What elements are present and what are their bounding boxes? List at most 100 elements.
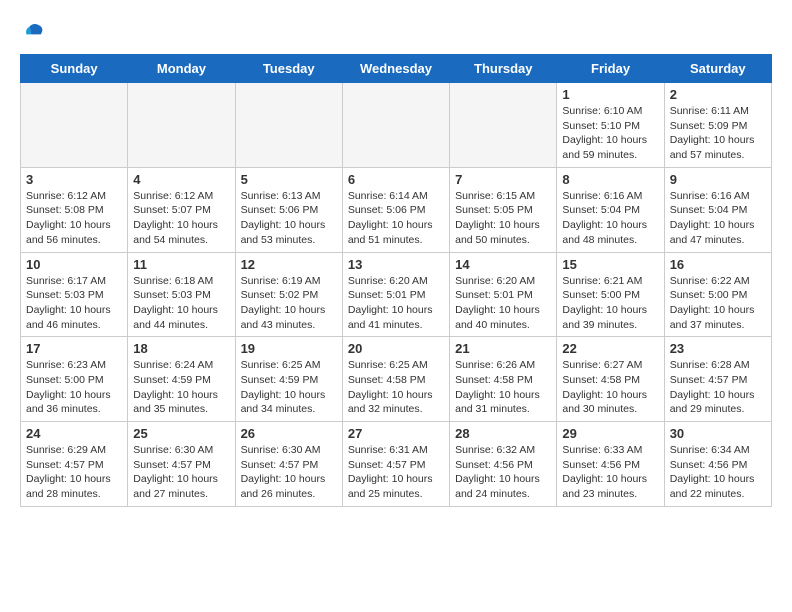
day-number: 10 xyxy=(26,257,122,272)
cell-info: Sunrise: 6:29 AM Sunset: 4:57 PM Dayligh… xyxy=(26,443,122,502)
cell-info: Sunrise: 6:12 AM Sunset: 5:08 PM Dayligh… xyxy=(26,189,122,248)
cell-info: Sunrise: 6:15 AM Sunset: 5:05 PM Dayligh… xyxy=(455,189,551,248)
calendar-cell: 6Sunrise: 6:14 AM Sunset: 5:06 PM Daylig… xyxy=(342,167,449,252)
cell-info: Sunrise: 6:16 AM Sunset: 5:04 PM Dayligh… xyxy=(562,189,658,248)
day-number: 5 xyxy=(241,172,337,187)
day-header-monday: Monday xyxy=(128,55,235,83)
cell-info: Sunrise: 6:32 AM Sunset: 4:56 PM Dayligh… xyxy=(455,443,551,502)
calendar-cell xyxy=(450,83,557,168)
calendar-cell: 18 Sunrise: 6:24 AM Sunset: 4:59 PM Dayli… xyxy=(128,337,235,422)
cell-info: Sunrise: 6:16 AM Sunset: 5:04 PM Dayligh… xyxy=(670,189,766,248)
day-number: 21 xyxy=(455,341,551,356)
calendar-cell: 9 Sunrise: 6:16 AM Sunset: 5:04 PM Daylig… xyxy=(664,167,771,252)
calendar-cell: 7 Sunrise: 6:15 AM Sunset: 5:05 PM Daylig… xyxy=(450,167,557,252)
calendar-cell: 1Sunrise: 6:10 AM Sunset: 5:10 PM Daylig… xyxy=(557,83,664,168)
calendar-cell: 30 Sunrise: 6:34 AM Sunset: 4:56 PM Dayli… xyxy=(664,422,771,507)
cell-info: Sunrise: 6:28 AM Sunset: 4:57 PM Dayligh… xyxy=(670,358,766,417)
day-number: 22 xyxy=(562,341,658,356)
day-number: 23 xyxy=(670,341,766,356)
day-number: 13 xyxy=(348,257,444,272)
calendar-cell: 22 Sunrise: 6:27 AM Sunset: 4:58 PM Dayli… xyxy=(557,337,664,422)
cell-info: Sunrise: 6:31 AM Sunset: 4:57 PM Dayligh… xyxy=(348,443,444,502)
day-number: 28 xyxy=(455,426,551,441)
cell-info: Sunrise: 6:20 AM Sunset: 5:01 PM Dayligh… xyxy=(455,274,551,333)
day-number: 25 xyxy=(133,426,229,441)
calendar-cell: 24 Sunrise: 6:29 AM Sunset: 4:57 PM Dayli… xyxy=(21,422,128,507)
cell-info: Sunrise: 6:23 AM Sunset: 5:00 PM Dayligh… xyxy=(26,358,122,417)
calendar-cell: 28 Sunrise: 6:32 AM Sunset: 4:56 PM Dayli… xyxy=(450,422,557,507)
calendar-cell: 20 Sunrise: 6:25 AM Sunset: 4:58 PM Dayli… xyxy=(342,337,449,422)
day-header-sunday: Sunday xyxy=(21,55,128,83)
cell-info: Sunrise: 6:27 AM Sunset: 4:58 PM Dayligh… xyxy=(562,358,658,417)
calendar-cell: 23 Sunrise: 6:28 AM Sunset: 4:57 PM Dayli… xyxy=(664,337,771,422)
calendar-cell: 4 Sunrise: 6:12 AM Sunset: 5:07 PM Daylig… xyxy=(128,167,235,252)
calendar-cell: 13 Sunrise: 6:20 AM Sunset: 5:01 PM Dayli… xyxy=(342,252,449,337)
cell-info: Sunrise: 6:17 AM Sunset: 5:03 PM Dayligh… xyxy=(26,274,122,333)
cell-info: Sunrise: 6:24 AM Sunset: 4:59 PM Dayligh… xyxy=(133,358,229,417)
cell-info: Sunrise: 6:26 AM Sunset: 4:58 PM Dayligh… xyxy=(455,358,551,417)
calendar-cell: 12 Sunrise: 6:19 AM Sunset: 5:02 PM Dayli… xyxy=(235,252,342,337)
day-header-friday: Friday xyxy=(557,55,664,83)
day-number: 7 xyxy=(455,172,551,187)
cell-info: Sunrise: 6:12 AM Sunset: 5:07 PM Dayligh… xyxy=(133,189,229,248)
day-number: 11 xyxy=(133,257,229,272)
calendar-cell xyxy=(128,83,235,168)
calendar-cell xyxy=(342,83,449,168)
day-header-tuesday: Tuesday xyxy=(235,55,342,83)
cell-info: Sunrise: 6:11 AM Sunset: 5:09 PM Dayligh… xyxy=(670,104,766,163)
cell-info: Sunrise: 6:13 AM Sunset: 5:06 PM Dayligh… xyxy=(241,189,337,248)
calendar-cell: 17Sunrise: 6:23 AM Sunset: 5:00 PM Dayli… xyxy=(21,337,128,422)
page-header xyxy=(20,20,772,44)
calendar-cell: 2 Sunrise: 6:11 AM Sunset: 5:09 PM Daylig… xyxy=(664,83,771,168)
calendar-cell: 26Sunrise: 6:30 AM Sunset: 4:57 PM Dayli… xyxy=(235,422,342,507)
day-number: 19 xyxy=(241,341,337,356)
cell-info: Sunrise: 6:19 AM Sunset: 5:02 PM Dayligh… xyxy=(241,274,337,333)
logo-icon xyxy=(20,20,44,44)
day-number: 12 xyxy=(241,257,337,272)
cell-info: Sunrise: 6:18 AM Sunset: 5:03 PM Dayligh… xyxy=(133,274,229,333)
calendar-cell: 25Sunrise: 6:30 AM Sunset: 4:57 PM Dayli… xyxy=(128,422,235,507)
day-number: 24 xyxy=(26,426,122,441)
day-number: 2 xyxy=(670,87,766,102)
calendar-week-row: 24 Sunrise: 6:29 AM Sunset: 4:57 PM Dayli… xyxy=(21,422,772,507)
cell-info: Sunrise: 6:33 AM Sunset: 4:56 PM Dayligh… xyxy=(562,443,658,502)
calendar-cell: 11 Sunrise: 6:18 AM Sunset: 5:03 PM Dayli… xyxy=(128,252,235,337)
calendar-cell: 14 Sunrise: 6:20 AM Sunset: 5:01 PM Dayli… xyxy=(450,252,557,337)
logo xyxy=(20,20,48,44)
day-number: 29 xyxy=(562,426,658,441)
cell-info: Sunrise: 6:20 AM Sunset: 5:01 PM Dayligh… xyxy=(348,274,444,333)
calendar-cell: 5 Sunrise: 6:13 AM Sunset: 5:06 PM Daylig… xyxy=(235,167,342,252)
cell-info: Sunrise: 6:22 AM Sunset: 5:00 PM Dayligh… xyxy=(670,274,766,333)
calendar-cell: 3Sunrise: 6:12 AM Sunset: 5:08 PM Daylig… xyxy=(21,167,128,252)
day-number: 4 xyxy=(133,172,229,187)
day-header-thursday: Thursday xyxy=(450,55,557,83)
day-number: 27 xyxy=(348,426,444,441)
calendar-week-row: 3Sunrise: 6:12 AM Sunset: 5:08 PM Daylig… xyxy=(21,167,772,252)
calendar-week-row: 1Sunrise: 6:10 AM Sunset: 5:10 PM Daylig… xyxy=(21,83,772,168)
day-number: 26 xyxy=(241,426,337,441)
calendar-cell xyxy=(235,83,342,168)
day-number: 8 xyxy=(562,172,658,187)
calendar-header-row: SundayMondayTuesdayWednesdayThursdayFrid… xyxy=(21,55,772,83)
cell-info: Sunrise: 6:25 AM Sunset: 4:58 PM Dayligh… xyxy=(348,358,444,417)
calendar-cell: 8 Sunrise: 6:16 AM Sunset: 5:04 PM Daylig… xyxy=(557,167,664,252)
cell-info: Sunrise: 6:14 AM Sunset: 5:06 PM Dayligh… xyxy=(348,189,444,248)
day-number: 15 xyxy=(562,257,658,272)
day-number: 18 xyxy=(133,341,229,356)
day-header-saturday: Saturday xyxy=(664,55,771,83)
calendar-cell: 16 Sunrise: 6:22 AM Sunset: 5:00 PM Dayli… xyxy=(664,252,771,337)
calendar-week-row: 10 Sunrise: 6:17 AM Sunset: 5:03 PM Dayli… xyxy=(21,252,772,337)
day-number: 1 xyxy=(562,87,658,102)
day-number: 14 xyxy=(455,257,551,272)
calendar-cell: 19Sunrise: 6:25 AM Sunset: 4:59 PM Dayli… xyxy=(235,337,342,422)
day-number: 30 xyxy=(670,426,766,441)
calendar-week-row: 17Sunrise: 6:23 AM Sunset: 5:00 PM Dayli… xyxy=(21,337,772,422)
calendar-cell xyxy=(21,83,128,168)
calendar-cell: 10 Sunrise: 6:17 AM Sunset: 5:03 PM Dayli… xyxy=(21,252,128,337)
day-number: 20 xyxy=(348,341,444,356)
day-number: 16 xyxy=(670,257,766,272)
calendar-cell: 27 Sunrise: 6:31 AM Sunset: 4:57 PM Dayli… xyxy=(342,422,449,507)
day-number: 9 xyxy=(670,172,766,187)
day-header-wednesday: Wednesday xyxy=(342,55,449,83)
cell-info: Sunrise: 6:34 AM Sunset: 4:56 PM Dayligh… xyxy=(670,443,766,502)
